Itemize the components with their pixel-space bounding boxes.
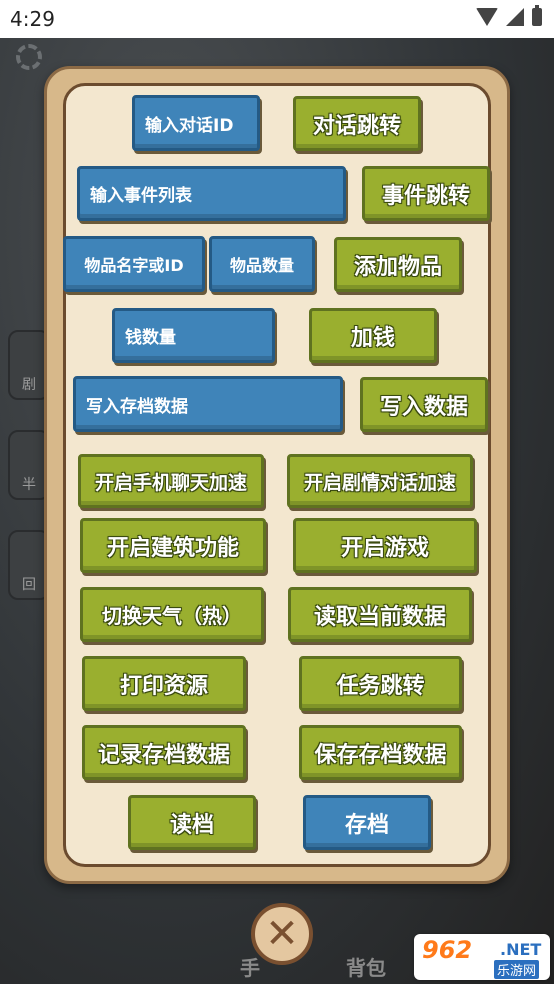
switch-weather-button[interactable]: 切换天气（热）: [80, 587, 264, 642]
watermark-sub: 乐游网: [494, 960, 540, 979]
dialog-id-input[interactable]: 输入对话ID: [132, 95, 260, 151]
add-item-button[interactable]: 添加物品: [334, 237, 462, 292]
event-jump-button[interactable]: 事件跳转: [362, 166, 490, 221]
status-icons: [476, 5, 542, 26]
building-feature-button[interactable]: 开启建筑功能: [80, 518, 266, 573]
close-button[interactable]: ✕: [251, 903, 313, 965]
write-data-button[interactable]: 写入数据: [360, 377, 488, 432]
battery-icon: [532, 5, 542, 26]
item-count-input[interactable]: 物品数量: [209, 236, 315, 292]
side-tab-label: 剧: [22, 377, 36, 393]
event-list-input[interactable]: 输入事件列表: [77, 166, 346, 221]
bottom-tab-label: 背包: [346, 956, 386, 980]
story-dialog-speed-button[interactable]: 开启剧情对话加速: [287, 454, 473, 508]
cellular-signal-icon: [506, 8, 524, 26]
save-game-button[interactable]: 存档: [303, 795, 431, 850]
wifi-icon: [476, 8, 498, 26]
watermark-brand: 962: [422, 936, 473, 964]
start-game-button[interactable]: 开启游戏: [293, 518, 477, 573]
gear-icon: [16, 44, 42, 70]
item-name-input[interactable]: 物品名字或ID: [63, 236, 205, 292]
keep-save-data-button[interactable]: 保存存档数据: [299, 725, 462, 780]
task-jump-button[interactable]: 任务跳转: [299, 656, 462, 711]
status-time: 4:29: [10, 7, 55, 31]
dialog-jump-button[interactable]: 对话跳转: [293, 96, 421, 151]
print-resources-button[interactable]: 打印资源: [82, 656, 246, 711]
side-tab-label: 回: [22, 577, 36, 593]
site-watermark: 962 .NET 乐游网: [414, 934, 550, 980]
bottom-tab-label: 手: [240, 956, 260, 980]
status-bar: 4:29: [0, 0, 554, 38]
save-data-input[interactable]: 写入存档数据: [73, 376, 343, 432]
side-tab-label: 半: [22, 477, 36, 493]
money-count-input[interactable]: 钱数量: [112, 308, 275, 363]
close-icon: ✕: [265, 911, 299, 957]
watermark-tld: .NET: [500, 940, 542, 959]
record-save-data-button[interactable]: 记录存档数据: [82, 725, 246, 780]
phone-chat-speed-button[interactable]: 开启手机聊天加速: [78, 454, 264, 508]
add-money-button[interactable]: 加钱: [309, 308, 437, 363]
load-game-button[interactable]: 读档: [128, 795, 256, 850]
read-current-data-button[interactable]: 读取当前数据: [288, 587, 472, 642]
